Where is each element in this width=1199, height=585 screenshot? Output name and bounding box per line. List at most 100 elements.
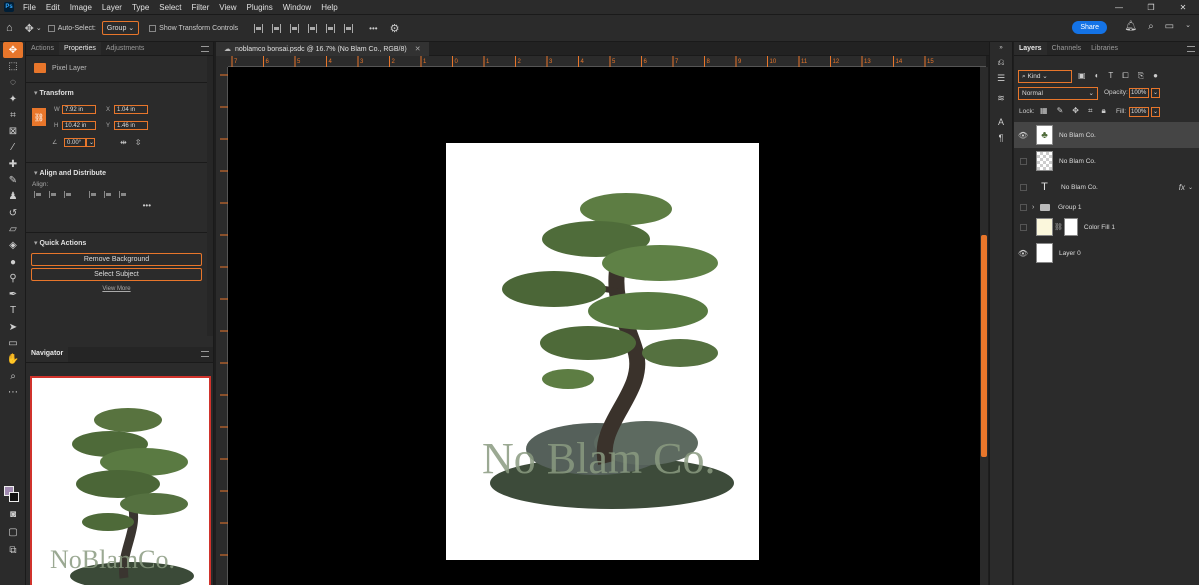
lock-pixels-icon[interactable]: ✎ (1057, 106, 1064, 116)
layer-name[interactable]: No Blam Co. (1061, 184, 1098, 191)
more-tools-icon[interactable]: ⋯ (0, 384, 26, 400)
lock-all-icon[interactable]: 🔒︎ (1101, 106, 1105, 116)
adjustments-icon[interactable]: ☰ (990, 70, 1012, 86)
tab-navigator[interactable]: Navigator (26, 347, 69, 362)
rectangle-tool-icon[interactable]: ▭ (0, 335, 26, 351)
more-options-button[interactable]: ••• (369, 24, 377, 33)
align-left-icon[interactable] (254, 23, 264, 33)
eraser-icon[interactable]: ▱ (0, 221, 26, 237)
lasso-tool-icon[interactable]: ◌ (0, 75, 26, 91)
layer-row[interactable]: No Blam Co. (1014, 148, 1199, 174)
share-button[interactable]: Share (1072, 21, 1107, 34)
align-bottom-icon[interactable] (119, 191, 126, 198)
magic-wand-icon[interactable]: ✦ (0, 91, 26, 107)
restore-icon[interactable]: ❐ (1135, 0, 1167, 14)
align-middle-icon[interactable] (326, 23, 336, 33)
path-select-icon[interactable]: ➤ (0, 319, 26, 335)
paint-bucket-icon[interactable]: ◈ (0, 238, 26, 254)
crop-tool-icon[interactable]: ⌗ (0, 107, 26, 123)
visibility-toggle[interactable] (1020, 203, 1027, 211)
align-center-h-icon[interactable] (49, 191, 56, 198)
lock-position-icon[interactable]: ✥ (1072, 106, 1079, 116)
layer-name[interactable]: No Blam Co. (1059, 158, 1096, 165)
menu-file[interactable]: File (18, 3, 41, 12)
smart-object-filter-icon[interactable]: ⎘ (1138, 71, 1144, 81)
tab-actions[interactable]: Actions (26, 42, 59, 55)
panel-menu-icon[interactable] (201, 351, 209, 357)
group-select[interactable]: Group ⌄ (101, 21, 140, 35)
opacity-input[interactable]: 100% (1129, 88, 1149, 98)
effects-icon[interactable]: fx (1179, 183, 1185, 192)
clone-stamp-icon[interactable]: ♟ (0, 189, 26, 205)
view-more-link[interactable]: View More (26, 286, 207, 292)
lock-transparency-icon[interactable]: ▦ (1040, 106, 1048, 116)
y-input[interactable]: 1.46 in (114, 121, 148, 130)
collapse-icon[interactable]: » (990, 42, 1012, 54)
chevron-down-icon[interactable]: ⌄ (1188, 184, 1193, 191)
chevron-down-icon[interactable]: ⌄ (1185, 21, 1191, 32)
blur-tool-icon[interactable]: ● (0, 254, 26, 270)
eye-icon[interactable]: 👁︎ (1014, 131, 1032, 140)
visibility-toggle[interactable] (1020, 183, 1027, 191)
transform-heading[interactable]: Transform (26, 85, 213, 101)
height-input[interactable]: 10.42 in (62, 121, 96, 130)
layer-name[interactable]: Layer 0 (1059, 250, 1081, 257)
visibility-toggle[interactable] (1020, 223, 1027, 231)
tab-libraries[interactable]: Libraries (1086, 42, 1123, 55)
x-input[interactable]: 1.04 in (114, 105, 148, 114)
mask-link-icon[interactable]: ⛓ (1054, 223, 1063, 231)
angle-dropdown[interactable]: ⌄ (86, 138, 95, 147)
layer-row[interactable]: 👁︎ ♣ No Blam Co. (1014, 122, 1199, 148)
canvas-scrollbar-thumb[interactable] (981, 235, 987, 457)
move-tool-icon[interactable]: ✥ (3, 42, 23, 59)
opacity-dropdown[interactable]: ⌄ (1151, 88, 1160, 98)
filter-toggle-icon[interactable]: ● (1153, 71, 1158, 81)
vertical-ruler[interactable] (216, 67, 228, 585)
shape-filter-icon[interactable]: ⧠ (1122, 71, 1128, 81)
layer-name[interactable]: No Blam Co. (1059, 132, 1096, 139)
brush-settings-icon[interactable]: ≋ (990, 90, 1012, 106)
type-tool-icon[interactable]: T (0, 303, 26, 319)
blend-mode-select[interactable]: Normal ⌄ (1018, 87, 1098, 100)
dodge-tool-icon[interactable]: ⚲ (0, 270, 26, 286)
chevron-down-icon[interactable]: ⌄ (36, 24, 42, 32)
menu-select[interactable]: Select (154, 3, 186, 12)
align-top-icon[interactable] (308, 23, 318, 33)
menu-edit[interactable]: Edit (41, 3, 65, 12)
pen-tool-icon[interactable]: ✒ (0, 286, 26, 302)
menu-type[interactable]: Type (127, 3, 154, 12)
link-icon[interactable]: ⛓ (32, 108, 46, 126)
kind-filter[interactable]: ⌕ Kind ⌄ (1018, 70, 1072, 83)
menu-layer[interactable]: Layer (97, 3, 127, 12)
type-filter-icon[interactable]: T (1108, 71, 1113, 81)
home-icon[interactable]: ⌂ (6, 22, 13, 34)
panel-menu-icon[interactable] (1187, 46, 1195, 52)
layer-name[interactable]: Color Fill 1 (1084, 224, 1115, 231)
history-brush-icon[interactable]: ↺ (0, 205, 26, 221)
menu-window[interactable]: Window (278, 3, 316, 12)
adjustment-filter-icon[interactable]: ◐ (1095, 71, 1100, 81)
search-icon[interactable]: ⌕ (1148, 21, 1154, 32)
document-tab[interactable]: ☁ noblamco bonsai.psdc @ 16.7% (No Blam … (216, 42, 429, 56)
align-bottom-icon[interactable] (344, 23, 354, 33)
close-icon[interactable]: ✕ (1167, 0, 1199, 14)
document-canvas[interactable]: No Blam Co. (446, 143, 759, 560)
quick-mask-icon[interactable]: ◙ (0, 506, 26, 522)
chevron-right-icon[interactable]: › (1032, 204, 1040, 211)
tab-layers[interactable]: Layers (1014, 42, 1047, 55)
menu-image[interactable]: Image (65, 3, 97, 12)
move-tool-icon[interactable]: ✥ (25, 22, 34, 35)
background-color-swatch[interactable] (9, 492, 19, 502)
paragraph-icon[interactable]: ¶ (990, 130, 1012, 146)
width-input[interactable]: 7.92 in (62, 105, 96, 114)
panel-menu-icon[interactable] (201, 46, 209, 52)
tab-properties[interactable]: Properties (58, 42, 101, 55)
auto-select-checkbox[interactable]: Auto-Select: (47, 24, 96, 32)
align-center-h-icon[interactable] (272, 23, 282, 33)
tab-channels[interactable]: Channels (1047, 42, 1087, 55)
frame-tool-icon[interactable]: ⊠ (0, 123, 26, 139)
eyedropper-icon[interactable]: ⁄ (0, 140, 26, 156)
menu-help[interactable]: Help (316, 3, 342, 12)
layer-row[interactable]: 👁︎ Layer 0 (1014, 240, 1199, 266)
screen-mode-icon[interactable]: ▢ (0, 524, 26, 540)
